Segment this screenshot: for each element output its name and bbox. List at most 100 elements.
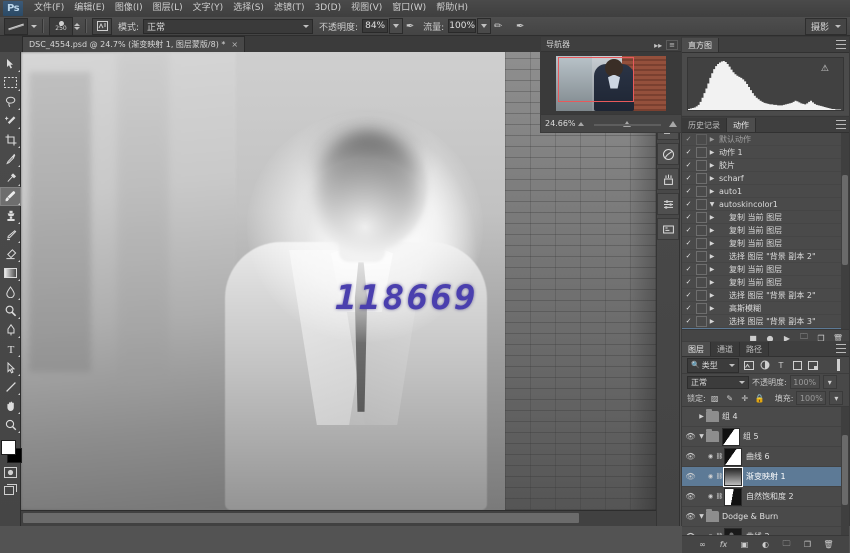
lock-transparent-pixels-icon[interactable]: ▨: [709, 392, 721, 404]
workspace-switcher[interactable]: 摄影: [805, 18, 847, 35]
tab-histogram[interactable]: 直方图: [682, 38, 719, 52]
history-brush-tool[interactable]: [0, 225, 21, 244]
link-layers-button[interactable]: ∞: [698, 540, 708, 550]
action-dialog-toggle[interactable]: [696, 303, 707, 314]
action-toggle-checkbox[interactable]: ✓: [684, 226, 693, 235]
screen-mode-button[interactable]: [0, 481, 21, 498]
navigator-view-box[interactable]: [558, 57, 634, 102]
layers-scrollbar[interactable]: [841, 407, 849, 535]
filter-toggle-switch[interactable]: [832, 359, 844, 371]
menu-filter[interactable]: 滤镜(T): [269, 0, 310, 17]
action-toggle-checkbox[interactable]: ✓: [684, 265, 693, 274]
menu-view[interactable]: 视图(V): [346, 0, 387, 17]
filter-adjustment-icon[interactable]: [759, 359, 771, 371]
brush-size-stepper[interactable]: [74, 23, 80, 30]
layer-row[interactable]: 👁▼Dodge & Burn: [682, 507, 849, 527]
layer-row[interactable]: 👁◉⛓曲线 6: [682, 447, 849, 467]
layer-thumbnail[interactable]: [724, 448, 742, 466]
delete-layer-button[interactable]: 🗑: [824, 540, 834, 550]
layer-row[interactable]: 👁◉⛓渐变映射 1: [682, 467, 849, 487]
flow-input[interactable]: 100%: [448, 19, 476, 33]
layer-row[interactable]: 👁▼组 5: [682, 427, 849, 447]
actions-list[interactable]: ✓▶默认动作✓▶动作 1✓▶胶片✓▶scharf✓▶auto1✓▼autoski…: [682, 133, 849, 329]
layer-fill-stepper[interactable]: ▾: [829, 391, 843, 405]
action-dialog-toggle[interactable]: [696, 147, 707, 158]
brush-size-control[interactable]: 250: [49, 17, 73, 36]
eyedropper-tool[interactable]: [0, 149, 21, 168]
layer-thumbnail[interactable]: [724, 468, 742, 486]
flow-slider-button[interactable]: [477, 18, 491, 34]
blend-mode-select[interactable]: 正常: [143, 19, 313, 34]
action-dialog-toggle[interactable]: [696, 212, 707, 223]
layers-panel-menu-icon[interactable]: [836, 344, 846, 353]
disclosure-triangle-icon[interactable]: ▶: [707, 292, 717, 299]
move-tool[interactable]: [0, 54, 21, 73]
group-disclosure-icon[interactable]: ▼: [697, 513, 706, 520]
layer-style-button[interactable]: fx: [719, 540, 729, 550]
filter-smart-object-icon[interactable]: [807, 359, 819, 371]
document-tab[interactable]: DSC_4554.psd @ 24.7% (渐变映射 1, 图层蒙版/8) * …: [22, 36, 245, 52]
eraser-tool[interactable]: [0, 244, 21, 263]
disclosure-triangle-icon[interactable]: ▶: [707, 136, 717, 143]
layer-row[interactable]: 👁◉⛓自然饱和度 2: [682, 487, 849, 507]
layer-link-icon[interactable]: ⛓: [715, 473, 724, 480]
layer-visibility-icon[interactable]: 👁: [684, 472, 697, 481]
zoom-out-icon[interactable]: [578, 122, 584, 126]
action-row[interactable]: ✓▶高斯模糊: [682, 302, 849, 315]
disclosure-triangle-icon[interactable]: ▼: [707, 201, 717, 208]
layer-row[interactable]: ▶组 4: [682, 407, 849, 427]
action-toggle-checkbox[interactable]: ✓: [684, 135, 693, 144]
layer-filter-select[interactable]: 🔍 类型: [687, 358, 739, 373]
layer-visibility-icon[interactable]: 👁: [684, 452, 697, 461]
pressure-opacity-icon[interactable]: ✒: [403, 19, 417, 33]
lock-image-pixels-icon[interactable]: ✎: [724, 392, 736, 404]
layer-visibility-icon[interactable]: 👁: [684, 532, 697, 535]
layer-visibility-icon[interactable]: 👁: [684, 492, 697, 501]
toggle-brush-panel-button[interactable]: [92, 18, 112, 35]
action-toggle-checkbox[interactable]: ✓: [684, 304, 693, 313]
action-dialog-toggle[interactable]: [696, 134, 707, 145]
navigator-preview[interactable]: [541, 52, 681, 114]
new-group-button[interactable]: 🗀: [782, 540, 792, 550]
opacity-input[interactable]: 84%: [362, 19, 388, 33]
action-dialog-toggle[interactable]: [696, 199, 707, 210]
clone-stamp-tool[interactable]: [0, 206, 21, 225]
disclosure-triangle-icon[interactable]: ▶: [707, 266, 717, 273]
canvas-horizontal-scrollbar[interactable]: [21, 510, 680, 526]
action-dialog-toggle[interactable]: [696, 251, 707, 262]
pen-tool[interactable]: [0, 320, 21, 339]
action-row[interactable]: ✓▶应用图像: [682, 328, 849, 329]
quick-selection-tool[interactable]: [0, 111, 21, 130]
zoom-in-icon[interactable]: [669, 121, 677, 127]
disclosure-triangle-icon[interactable]: ▶: [707, 175, 717, 182]
quick-mask-button[interactable]: [0, 464, 21, 481]
actions-scrollbar-thumb[interactable]: [842, 175, 848, 265]
type-tool[interactable]: T: [0, 339, 21, 358]
brush-preset-picker[interactable]: [4, 18, 28, 35]
layer-blend-mode-select[interactable]: 正常: [687, 376, 749, 389]
menu-file[interactable]: 文件(F): [29, 0, 69, 17]
layer-link-icon[interactable]: ⛓: [715, 453, 724, 460]
new-layer-button[interactable]: ❐: [803, 540, 813, 550]
navigator-zoom-slider[interactable]: [578, 118, 677, 130]
layer-opacity-value[interactable]: 100%: [790, 375, 820, 389]
action-dialog-toggle[interactable]: [696, 225, 707, 236]
action-row[interactable]: ✓▶默认动作: [682, 133, 849, 146]
brush-preset-chevron-icon[interactable]: [31, 25, 37, 28]
action-toggle-checkbox[interactable]: ✓: [684, 174, 693, 183]
color-rail-icon[interactable]: [657, 143, 679, 165]
action-row[interactable]: ✓▶复制 当前 图层: [682, 276, 849, 289]
properties-rail-icon[interactable]: [657, 193, 679, 215]
layer-opacity-stepper[interactable]: ▾: [823, 375, 837, 389]
hand-tool[interactable]: [0, 396, 21, 415]
healing-brush-tool[interactable]: [0, 168, 21, 187]
layer-fill-value[interactable]: 100%: [796, 391, 826, 405]
action-dialog-toggle[interactable]: [696, 173, 707, 184]
opacity-slider-button[interactable]: [389, 18, 403, 34]
disclosure-triangle-icon[interactable]: ▶: [707, 149, 717, 156]
action-row[interactable]: ✓▶复制 当前 图层: [682, 263, 849, 276]
histogram-panel-menu-icon[interactable]: [836, 40, 846, 49]
layers-list[interactable]: ▶组 4👁▼组 5👁◉⛓曲线 6👁◉⛓渐变映射 1👁◉⛓自然饱和度 2👁▼Dod…: [682, 407, 849, 535]
lasso-tool[interactable]: [0, 92, 21, 111]
menu-select[interactable]: 选择(S): [228, 0, 269, 17]
